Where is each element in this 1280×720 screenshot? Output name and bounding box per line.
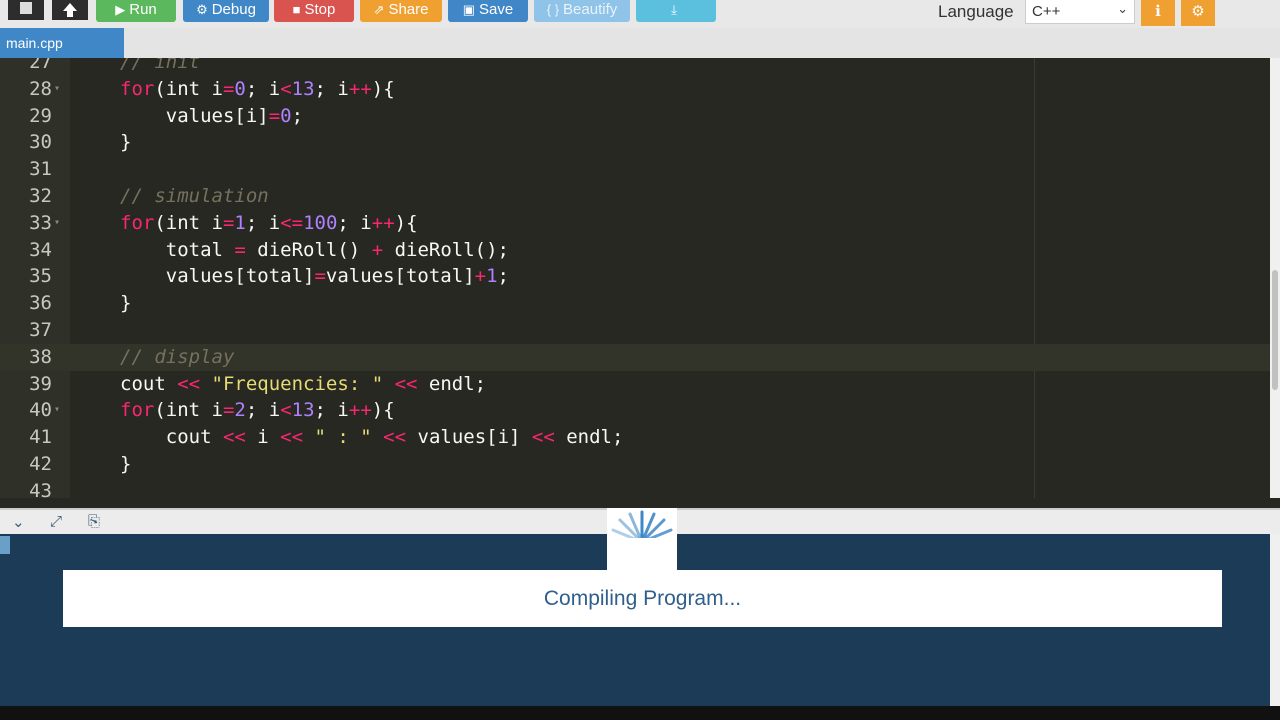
tab-main-cpp[interactable]: main.cpp — [0, 28, 124, 58]
code-line[interactable]: 28 ▾ for(int i=0; i<13; i++){ — [0, 76, 1270, 103]
info-icon: ℹ — [1155, 3, 1161, 20]
line-number: 34 — [29, 238, 52, 261]
code-line[interactable]: 40 ▾ for(int i=2; i<13; i++){ — [0, 397, 1270, 424]
file-tab-bar: main.cpp — [0, 28, 1280, 58]
line-number: 35 — [29, 265, 52, 288]
code-line[interactable]: 37 — [0, 317, 1270, 344]
line-number: 40 — [29, 399, 52, 422]
save-icon: ▣ — [462, 2, 476, 17]
code-line[interactable]: 30} — [0, 129, 1270, 156]
line-number: 31 — [29, 158, 52, 181]
code-text: // display — [120, 345, 235, 368]
beautify-label: Beautify — [563, 1, 618, 18]
save-button[interactable]: ▣ Save — [448, 0, 528, 22]
fold-arrow-icon[interactable]: ▾ — [54, 210, 60, 237]
code-line[interactable]: 39 cout << "Frequencies: " << endl; — [0, 371, 1270, 398]
expand-icon[interactable]: ⤢ — [50, 513, 62, 530]
code-line[interactable]: 41 cout << i << " : " << values[i] << en… — [0, 424, 1270, 451]
code-text: total = dieRoll() + dieRoll(); — [120, 238, 509, 261]
language-label: Language — [938, 2, 1014, 21]
code-line[interactable]: 35 values[total]=values[total]+1; — [0, 263, 1270, 290]
run-label: Run — [129, 1, 157, 18]
console-scrollbar[interactable] — [1270, 534, 1280, 706]
compiling-status-text: Compiling Program... — [543, 587, 742, 610]
code-line[interactable]: 27 // init — [0, 58, 1270, 76]
save-label: Save — [479, 1, 514, 18]
upload-button[interactable] — [52, 0, 88, 20]
console-cursor — [0, 536, 10, 554]
code-text: // simulation — [120, 185, 269, 207]
code-text: cout << i << " : " << values[i] << endl; — [120, 426, 624, 449]
collapse-chevron-icon[interactable]: ⌄ — [12, 513, 25, 531]
code-text: } — [120, 292, 132, 315]
line-number: 27 — [29, 58, 52, 73]
beautify-button[interactable]: { } Beautify — [534, 0, 630, 22]
compiling-dialog: Compiling Program... — [63, 570, 1222, 627]
editor-scrollbar[interactable] — [1270, 58, 1280, 498]
debug-label: Debug — [211, 1, 256, 18]
run-button[interactable]: ▶ Run — [96, 0, 176, 22]
upload-icon — [63, 3, 77, 17]
line-number: 33 — [29, 211, 52, 234]
debug-button[interactable]: ⚙ Debug — [183, 0, 269, 22]
online-ide-window: ▶ Run ⚙ Debug ■ Stop ⇗ Share ▣ Save { } Beauti… — [0, 0, 1280, 720]
download-icon: ⤓ — [671, 2, 677, 17]
code-line[interactable]: 34 total = dieRoll() + dieRoll(); — [0, 237, 1270, 264]
line-number: 39 — [29, 372, 52, 395]
file-icon — [20, 2, 32, 14]
code-text: for(int i=2; i<13; i++){ — [120, 399, 395, 422]
line-number: 42 — [29, 453, 52, 475]
code-text: for(int i=0; i<13; i++){ — [120, 77, 395, 100]
language-select[interactable]: C++ ⌄ — [1025, 0, 1135, 24]
code-line[interactable]: 33 ▾ for(int i=1; i<=100; i++){ — [0, 210, 1270, 237]
toolbar: ▶ Run ⚙ Debug ■ Stop ⇗ Share ▣ Save { } Beauti… — [0, 0, 1280, 28]
code-line[interactable]: 43 — [0, 478, 1270, 498]
chevron-down-icon: ⌄ — [1117, 1, 1128, 16]
line-number: 30 — [29, 131, 52, 154]
info-button[interactable]: ℹ — [1141, 0, 1175, 26]
loading-spinner-icon — [607, 508, 677, 570]
new-file-button[interactable] — [8, 0, 44, 20]
settings-button[interactable]: ⚙ — [1181, 0, 1215, 26]
code-line[interactable]: 36} — [0, 290, 1270, 317]
copy-output-icon[interactable]: ⎘ — [88, 513, 100, 530]
code-text: values[i]=0; — [120, 104, 304, 127]
code-text: for(int i=1; i<=100; i++){ — [120, 211, 418, 234]
code-text: cout << "Frequencies: " << endl; — [120, 372, 487, 395]
line-number: 37 — [29, 319, 52, 341]
code-text: } — [120, 453, 132, 475]
stop-icon: ■ — [292, 2, 301, 17]
code-line[interactable]: 38 // display — [0, 343, 1270, 371]
editor-scrollbar-thumb[interactable] — [1272, 270, 1278, 390]
fold-arrow-icon[interactable]: ▾ — [54, 397, 60, 424]
line-number: 32 — [29, 185, 52, 207]
braces-icon: { } — [546, 2, 560, 17]
stop-label: Stop — [304, 1, 336, 18]
play-icon: ▶ — [115, 2, 126, 17]
code-line[interactable]: 29 values[i]=0; — [0, 103, 1270, 130]
language-value: C++ — [1032, 3, 1061, 20]
line-number: 36 — [29, 292, 52, 315]
code-line[interactable]: 42} — [0, 451, 1270, 478]
code-text: // init — [120, 58, 201, 73]
line-number: 29 — [29, 104, 52, 127]
line-number: 43 — [29, 479, 52, 498]
stop-button[interactable]: ■ Stop — [274, 0, 354, 22]
code-text: } — [120, 131, 132, 154]
line-number: 41 — [29, 426, 52, 449]
code-text: values[total]=values[total]+1; — [120, 265, 509, 288]
code-line[interactable]: 31 — [0, 156, 1270, 183]
download-button[interactable]: ⤓ — [636, 0, 716, 22]
fold-arrow-icon[interactable]: ▾ — [54, 76, 60, 103]
line-number: 38 — [29, 345, 52, 368]
gear-icon: ⚙ — [1191, 3, 1205, 20]
code-editor[interactable]: 27// init 28 ▾ for(int i=0; i<13; i++){29 v… — [0, 58, 1270, 498]
share-icon: ⇗ — [373, 2, 385, 17]
bottom-strip — [0, 706, 1280, 720]
share-label: Share — [388, 1, 429, 18]
debug-icon: ⚙ — [196, 2, 208, 17]
share-button[interactable]: ⇗ Share — [360, 0, 442, 22]
line-number: 28 — [29, 77, 52, 100]
code-line[interactable]: 32 // simulation — [0, 183, 1270, 210]
